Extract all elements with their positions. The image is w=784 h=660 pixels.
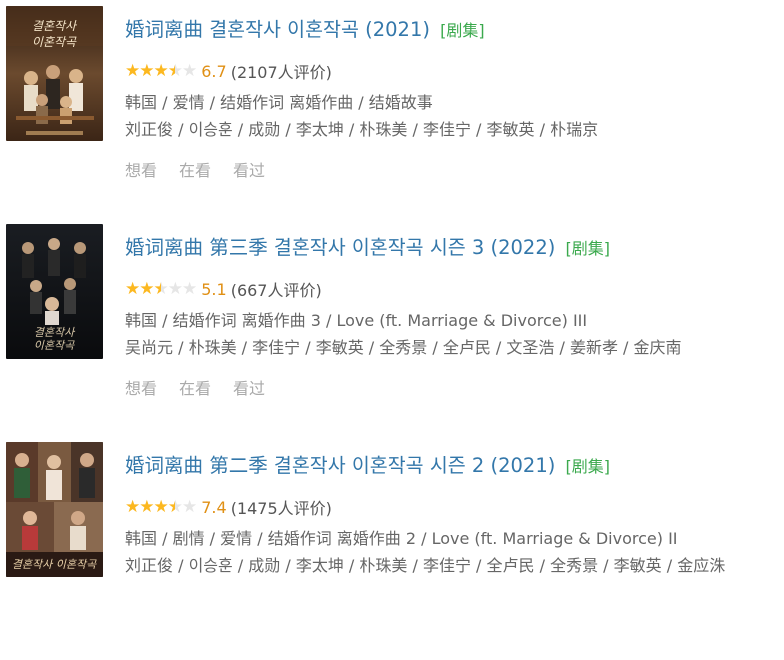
title-text[interactable]: 婚词离曲 결혼작사 이혼작곡 (2021) [125, 18, 430, 41]
result-title[interactable]: 婚词离曲 第三季 결혼작사 이혼작곡 시즌 3 (2022) [剧集] [125, 231, 610, 260]
meta-genre: 韩国 / 剧情 / 爱情 / 结婚作词 离婚作曲 2 / Love (ft. M… [125, 529, 678, 548]
star-icon: ★ [139, 61, 154, 81]
svg-text:결혼작사: 결혼작사 [32, 19, 78, 33]
poster-image[interactable]: 결혼작사 이혼작곡 [6, 442, 103, 577]
svg-text:결혼작사 이혼작곡: 결혼작사 이혼작곡 [12, 558, 97, 571]
empty-star-icon: ★ [182, 61, 197, 81]
type-tag[interactable]: [剧集] [566, 457, 611, 476]
empty-star-icon: ★ [182, 497, 197, 517]
title-text[interactable]: 婚词离曲 第三季 결혼작사 이혼작곡 시즌 3 (2022) [125, 236, 555, 259]
meta-cast: 吴尚元 / 朴珠美 / 李佳宁 / 李敏英 / 全秀景 / 全卢民 / 文圣浩 … [125, 338, 682, 357]
svg-text:이혼작곡: 이혼작곡 [32, 35, 77, 49]
star-icon: ★ [153, 61, 169, 81]
poster-image[interactable]: 결혼작사 이혼작곡 [6, 224, 103, 359]
star-icon: ★ [153, 497, 169, 517]
want-to-watch-button[interactable]: 想看 [125, 157, 157, 181]
half-star-icon: ★ [167, 497, 183, 517]
watching-button[interactable]: 在看 [179, 157, 211, 181]
half-star-icon: ★ [153, 279, 169, 299]
result-title[interactable]: 婚词离曲 第二季 결혼작사 이혼작곡 시즌 2 (2021) [剧集] [125, 449, 610, 478]
watched-button[interactable]: 看过 [233, 157, 265, 181]
type-tag[interactable]: [剧集] [440, 21, 485, 40]
rating-stars: ★★★★★ [125, 497, 197, 517]
empty-star-icon: ★ [167, 279, 183, 299]
star-icon: ★ [139, 497, 154, 517]
rating-votes: (2107人评价) [230, 63, 332, 82]
empty-star-icon: ★ [182, 279, 197, 299]
poster-image[interactable]: 결혼작사 이혼작곡 [6, 6, 103, 141]
meta-cast: 刘正俊 / 이승훈 / 成勋 / 李太坤 / 朴珠美 / 李佳宁 / 李敏英 /… [125, 120, 599, 139]
half-star-icon: ★ [167, 61, 183, 81]
result-item: 결혼작사 이혼작곡 婚词离曲 第二季 결혼작사 이혼작곡 시즌 2 (2021)… [0, 442, 784, 660]
meta-genre: 韩国 / 爱情 / 结婚作词 离婚作曲 / 结婚故事 [125, 93, 433, 112]
watching-button[interactable]: 在看 [179, 375, 211, 399]
meta-cast: 刘正俊 / 이승훈 / 成勋 / 李太坤 / 朴珠美 / 李佳宁 / 全卢民 /… [125, 556, 726, 575]
rating-stars: ★★★★★ [125, 279, 197, 299]
rating-score: 7.4 [201, 497, 227, 517]
star-icon: ★ [125, 61, 140, 81]
rating-score: 5.1 [201, 279, 227, 299]
rating-score: 6.7 [201, 61, 227, 81]
rating-row: ★★★★★ 5.1 (667人评价) [125, 277, 322, 301]
action-bar: 想看 在看 看过 [125, 157, 265, 181]
rating-row: ★★★★★ 7.4 (1475人评价) [125, 495, 332, 519]
rating-votes: (667人评价) [230, 281, 322, 300]
meta-genre: 韩国 / 结婚作词 离婚作曲 3 / Love (ft. Marriage & … [125, 311, 588, 330]
result-item: 결혼작사 이혼작곡 婚词离曲 第三季 결혼작사 이혼작곡 시즌 3 (2022)… [0, 224, 784, 442]
type-tag[interactable]: [剧集] [566, 239, 611, 258]
title-text[interactable]: 婚词离曲 第二季 결혼작사 이혼작곡 시즌 2 (2021) [125, 454, 555, 477]
result-item: 결혼작사 이혼작곡 婚词离曲 결혼작사 이혼작곡 (2021) [剧集] ★★★… [0, 6, 784, 224]
svg-text:결혼작사: 결혼작사 [34, 326, 76, 339]
rating-votes: (1475人评价) [230, 499, 332, 518]
rating-stars: ★★★★★ [125, 61, 197, 81]
star-icon: ★ [125, 497, 140, 517]
result-title[interactable]: 婚词离曲 결혼작사 이혼작곡 (2021) [剧集] [125, 13, 485, 42]
star-icon: ★ [139, 279, 154, 299]
rating-row: ★★★★★ 6.7 (2107人评价) [125, 59, 332, 83]
want-to-watch-button[interactable]: 想看 [125, 375, 157, 399]
svg-text:이혼작곡: 이혼작곡 [34, 339, 75, 352]
watched-button[interactable]: 看过 [233, 375, 265, 399]
star-icon: ★ [125, 279, 140, 299]
action-bar: 想看 在看 看过 [125, 375, 265, 399]
